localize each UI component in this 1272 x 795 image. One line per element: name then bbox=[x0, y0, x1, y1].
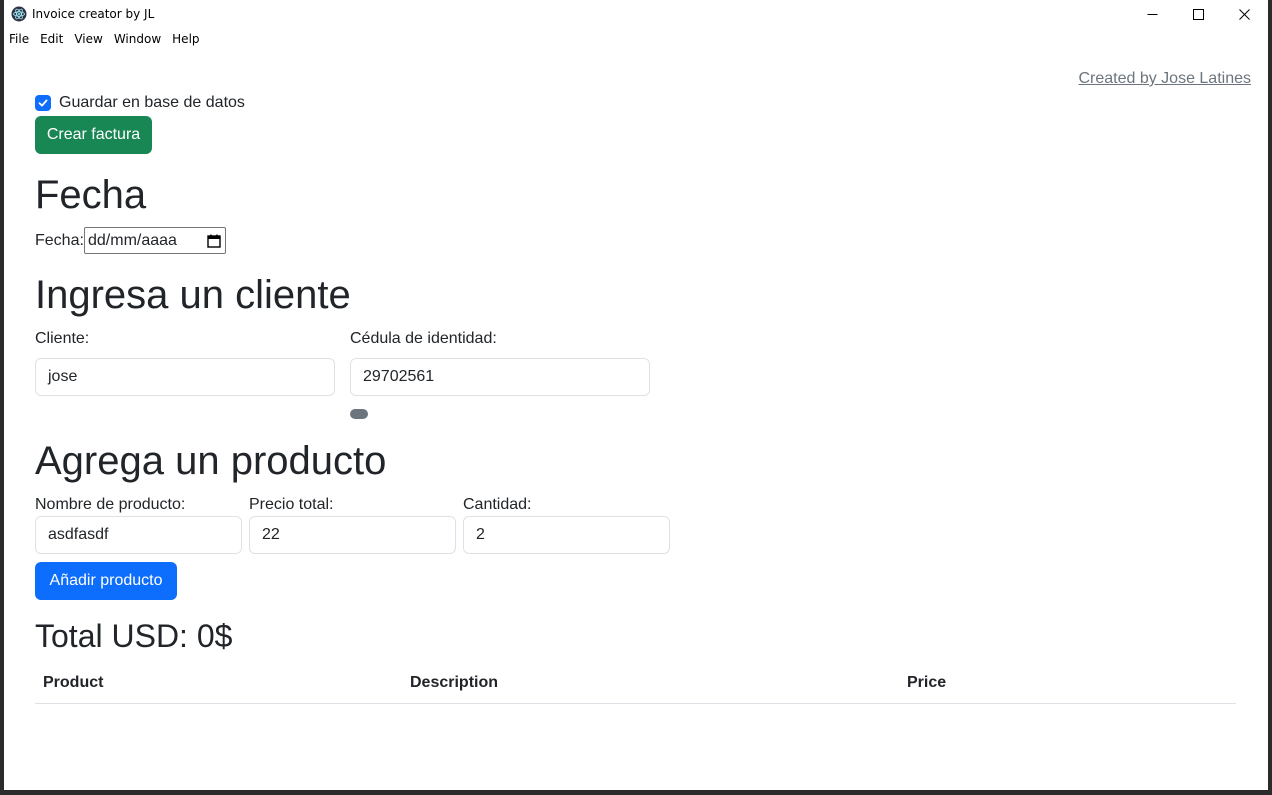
minimize-button[interactable] bbox=[1129, 0, 1175, 28]
client-heading: Ingresa un cliente bbox=[35, 273, 351, 317]
create-invoice-button[interactable]: Crear factura bbox=[35, 116, 152, 154]
menu-view[interactable]: View bbox=[69, 29, 108, 51]
electron-app-icon bbox=[11, 6, 27, 22]
checkmark-icon bbox=[38, 99, 48, 107]
client-label: Cliente: bbox=[35, 330, 90, 347]
maximize-button[interactable] bbox=[1175, 0, 1221, 28]
total-usd: Total USD: 0$ bbox=[35, 618, 233, 654]
id-label: Cédula de identidad: bbox=[350, 330, 497, 347]
menu-help[interactable]: Help bbox=[167, 29, 205, 51]
date-label: Fecha: bbox=[35, 232, 84, 249]
page-content: Created by Jose Latines Guardar en base … bbox=[4, 52, 1268, 790]
menu-file[interactable]: File bbox=[4, 29, 35, 51]
status-pill bbox=[350, 409, 368, 419]
credit-link[interactable]: Created by Jose Latines bbox=[1078, 70, 1251, 88]
title-bar: Invoice creator by JL bbox=[4, 0, 1268, 28]
add-product-button[interactable]: Añadir producto bbox=[35, 562, 177, 600]
maximize-icon bbox=[1192, 8, 1204, 20]
price-input[interactable]: 22 bbox=[249, 516, 456, 554]
product-heading: Agrega un producto bbox=[35, 439, 387, 483]
date-placeholder: dd/mm/aaaa bbox=[88, 231, 177, 249]
date-heading: Fecha bbox=[35, 173, 147, 217]
product-name-input[interactable]: asdfasdf bbox=[35, 516, 242, 554]
id-input[interactable]: 29702561 bbox=[350, 358, 650, 396]
window-title: Invoice creator by JL bbox=[32, 7, 155, 21]
products-table: Product Description Price bbox=[35, 672, 1236, 704]
date-input[interactable]: dd/mm/aaaa bbox=[84, 227, 226, 254]
save-db-label: Guardar en base de datos bbox=[59, 94, 245, 111]
product-name-label: Nombre de producto: bbox=[35, 496, 186, 513]
quantity-input[interactable]: 2 bbox=[463, 516, 670, 554]
close-icon bbox=[1238, 8, 1250, 20]
price-label: Precio total: bbox=[249, 496, 334, 513]
quantity-label: Cantidad: bbox=[463, 496, 532, 513]
save-db-checkbox[interactable] bbox=[35, 95, 51, 111]
menu-window[interactable]: Window bbox=[109, 29, 167, 51]
table-header-description: Description bbox=[410, 674, 499, 691]
menu-bar: File Edit View Window Help bbox=[4, 29, 206, 51]
save-db-checkbox-row[interactable]: Guardar en base de datos bbox=[35, 94, 245, 112]
table-header-price: Price bbox=[907, 674, 947, 691]
table-header-product: Product bbox=[43, 674, 104, 691]
app-window: Invoice creator by JL File Edit View Win… bbox=[4, 0, 1268, 790]
client-input[interactable]: jose bbox=[35, 358, 335, 396]
calendar-icon[interactable] bbox=[207, 234, 221, 248]
minimize-icon bbox=[1147, 13, 1157, 15]
menu-edit[interactable]: Edit bbox=[35, 29, 69, 51]
close-window-button[interactable] bbox=[1221, 0, 1267, 28]
